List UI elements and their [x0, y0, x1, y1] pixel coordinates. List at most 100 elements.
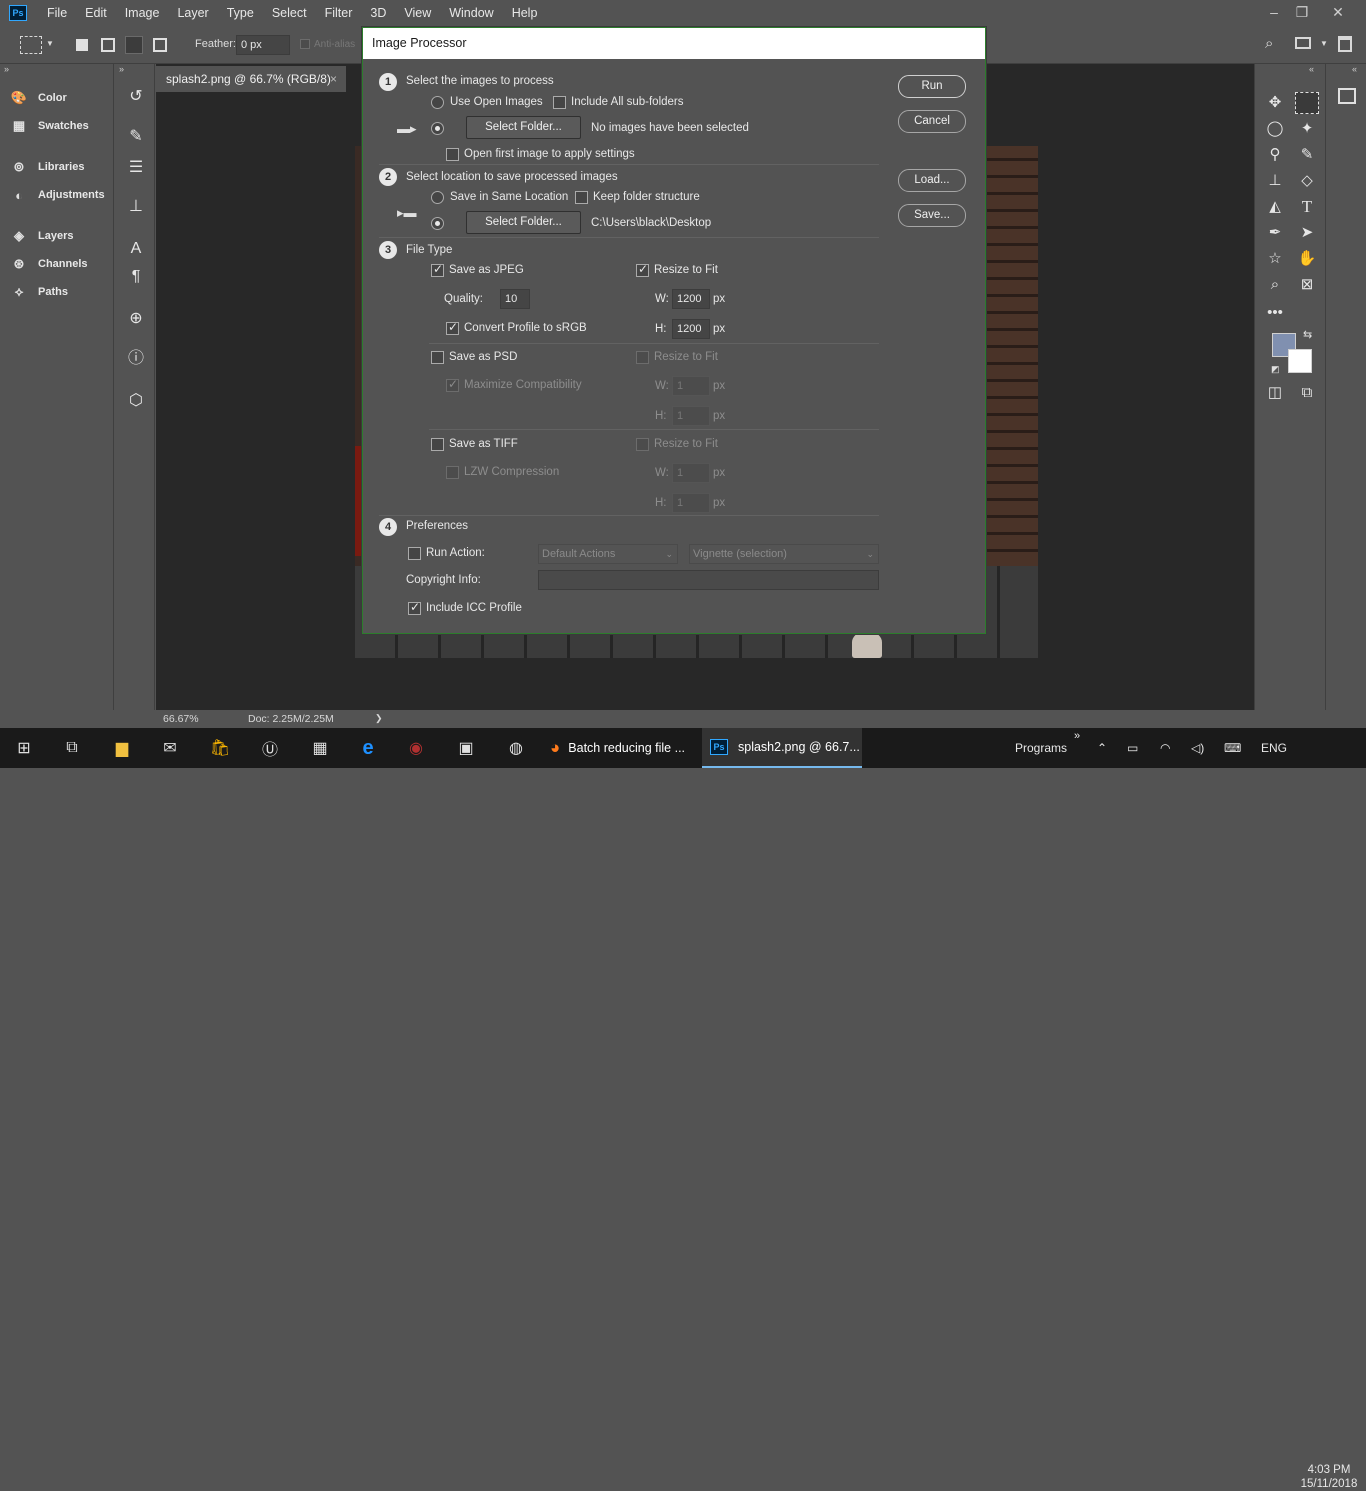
taskbar-firefox[interactable]: ◕ Batch reducing file ... — [542, 728, 700, 768]
marquee-tool-preset-icon[interactable] — [20, 36, 42, 54]
close-window-button[interactable]: ✕ — [1320, 0, 1356, 26]
copyright-input[interactable] — [538, 570, 879, 590]
jpeg-resize-checkbox[interactable] — [636, 262, 649, 277]
save-same-location-radio[interactable] — [431, 191, 444, 204]
panel-layers[interactable]: ◈ Layers — [10, 225, 73, 247]
select-source-folder-button[interactable]: Select Folder... — [466, 116, 581, 139]
magic-wand-icon[interactable]: ✦ — [1295, 118, 1319, 140]
marquee-tool-icon[interactable] — [1295, 92, 1319, 114]
navigator-icon[interactable]: ⊕ — [125, 308, 147, 330]
share-icon[interactable] — [1338, 36, 1352, 52]
frame-tool-icon[interactable]: ⊠ — [1295, 274, 1319, 296]
use-open-images-radio[interactable] — [431, 96, 444, 109]
taskbar-photoshop[interactable]: Ps splash2.png @ 66.7... — [702, 728, 862, 768]
status-menu-icon[interactable]: ❯ — [375, 713, 383, 724]
brush-settings-icon[interactable]: ✎ — [125, 126, 147, 148]
psd-height-input[interactable]: 1 — [672, 406, 710, 426]
eyedropper-icon[interactable]: ⚲ — [1263, 144, 1287, 166]
tiff-height-input[interactable]: 1 — [672, 493, 710, 513]
collapse-icon[interactable]: « — [1309, 64, 1314, 74]
paint-icon[interactable]: ◍ — [492, 728, 540, 768]
panel-adjustments[interactable]: ◐ Adjustments — [10, 184, 105, 206]
lzw-compression-checkbox[interactable] — [446, 466, 459, 479]
properties-icon[interactable] — [1338, 88, 1356, 104]
save-button[interactable]: Save... — [898, 204, 966, 227]
programs-expand-icon[interactable]: » — [1074, 716, 1080, 756]
move-tool-icon[interactable]: ✥ — [1263, 92, 1287, 114]
load-button[interactable]: Load... — [898, 169, 966, 192]
zoom-tool-icon[interactable]: ⌕ — [1263, 274, 1287, 296]
feather-input[interactable]: 0 px — [236, 35, 290, 55]
shape-tool-icon[interactable]: ☆ — [1263, 248, 1287, 270]
brush-presets-icon[interactable]: ☰ — [125, 157, 147, 179]
menu-type[interactable]: Type — [218, 0, 263, 26]
task-view-icon[interactable]: ⧉ — [48, 728, 96, 768]
action-set-dropdown[interactable]: Default Actions ⌄ — [538, 544, 678, 564]
new-selection-icon[interactable] — [76, 39, 88, 51]
3d-icon[interactable]: ⬡ — [125, 390, 147, 412]
lasso-tool-icon[interactable]: ◯ — [1263, 118, 1287, 140]
pen-tool-icon[interactable]: ✒ — [1263, 222, 1287, 244]
panel-color[interactable]: 🎨 Color — [10, 87, 67, 109]
menu-edit[interactable]: Edit — [76, 0, 116, 26]
clone-source-icon[interactable]: ⊥ — [125, 196, 147, 218]
tab-close-icon[interactable]: × — [330, 66, 337, 92]
search-icon[interactable]: ⌕ — [1265, 35, 1273, 52]
select-source-folder-radio[interactable] — [431, 122, 444, 135]
programs-toolbar[interactable]: Programs — [1015, 728, 1067, 768]
run-button[interactable]: Run — [898, 75, 966, 98]
battery-icon[interactable]: ▭ — [1127, 728, 1138, 768]
jpeg-width-input[interactable]: 1200 — [672, 289, 710, 309]
paragraph-icon[interactable]: ¶ — [125, 266, 147, 288]
path-select-icon[interactable]: ➤ — [1295, 222, 1319, 244]
app-icon[interactable]: ◉ — [392, 728, 440, 768]
save-jpeg-checkbox[interactable] — [431, 262, 444, 277]
collapse-icon[interactable]: » — [4, 64, 9, 74]
include-subfolders-checkbox[interactable] — [553, 96, 566, 109]
swap-colors-icon[interactable]: ⇆ — [1303, 328, 1312, 341]
more-tools-icon[interactable]: ••• — [1263, 302, 1287, 324]
quick-mask-icon[interactable]: ◫ — [1263, 382, 1287, 404]
file-explorer-icon[interactable]: ▆ — [98, 728, 146, 768]
menu-window[interactable]: Window — [440, 0, 502, 26]
save-tiff-checkbox[interactable] — [431, 438, 444, 451]
panel-swatches[interactable]: ▦ Swatches — [10, 115, 89, 137]
intersect-selection-icon[interactable] — [153, 38, 167, 52]
windows-start-icon[interactable]: ⊞ — [0, 728, 48, 768]
volume-icon[interactable]: ◁) — [1191, 728, 1204, 768]
panel-paths[interactable]: ⟡ Paths — [10, 281, 68, 303]
menu-select[interactable]: Select — [263, 0, 316, 26]
run-action-checkbox[interactable] — [408, 547, 421, 560]
keyboard-icon[interactable]: ⌨ — [1224, 728, 1241, 768]
panel-libraries[interactable]: ⊚ Libraries — [10, 156, 85, 178]
convert-profile-checkbox[interactable] — [446, 320, 459, 335]
default-colors-icon[interactable]: ◩ — [1271, 364, 1280, 375]
tiff-resize-checkbox[interactable] — [636, 438, 649, 451]
menu-view[interactable]: View — [395, 0, 440, 26]
psd-width-input[interactable]: 1 — [672, 376, 710, 396]
type-tool-icon[interactable]: T — [1295, 196, 1319, 218]
brush-tool-icon[interactable]: ✎ — [1295, 144, 1319, 166]
unreal-engine-icon[interactable]: Ⓤ — [246, 728, 294, 768]
language-indicator[interactable]: ENG — [1261, 728, 1287, 768]
hand-tool-icon[interactable]: ✋ — [1295, 248, 1319, 270]
menu-help[interactable]: Help — [503, 0, 547, 26]
wifi-icon[interactable]: ◠ — [1160, 728, 1170, 768]
background-color-swatch[interactable] — [1288, 349, 1312, 373]
workspace-icon[interactable] — [1295, 37, 1311, 49]
antialias-checkbox[interactable] — [300, 39, 310, 49]
zoom-level[interactable]: 66.67% — [163, 713, 199, 725]
show-hidden-icons-icon[interactable]: ⌃ — [1097, 728, 1107, 768]
chevron-down-icon[interactable]: ▼ — [46, 39, 54, 48]
app-icon[interactable]: ▣ — [442, 728, 490, 768]
menu-file[interactable]: File — [38, 0, 76, 26]
info-icon[interactable]: ⓘ — [125, 348, 147, 370]
paint-bucket-icon[interactable]: ◭ — [1263, 196, 1287, 218]
menu-layer[interactable]: Layer — [168, 0, 217, 26]
calendar-icon[interactable]: ▦ — [296, 728, 344, 768]
expand-icon[interactable]: » — [119, 64, 124, 74]
character-icon[interactable]: A — [125, 238, 147, 260]
keep-folder-structure-checkbox[interactable] — [575, 191, 588, 204]
save-psd-checkbox[interactable] — [431, 351, 444, 364]
select-destination-folder-button[interactable]: Select Folder... — [466, 211, 581, 234]
